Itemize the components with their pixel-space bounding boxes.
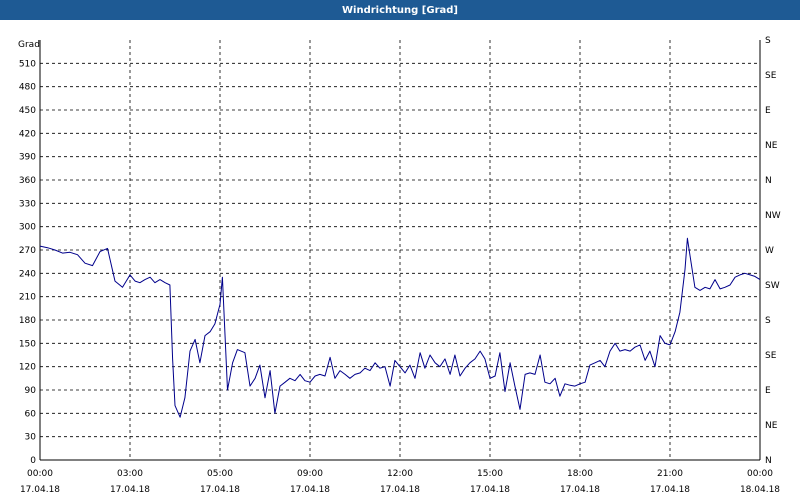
- y-tick-label: 300: [19, 223, 36, 233]
- x-tick-time-label: 21:00: [657, 469, 683, 479]
- y-tick-label: 120: [19, 363, 36, 373]
- grid: [40, 40, 760, 460]
- x-tick-date-label: 17.04.18: [110, 485, 150, 495]
- right-axis-label: W: [765, 246, 774, 256]
- right-axis-label: S: [765, 36, 771, 46]
- right-axis-label: N: [765, 456, 772, 466]
- right-axis-label: SE: [765, 71, 777, 81]
- y-tick-label: 30: [25, 433, 37, 443]
- x-tick-date-label: 18.04.18: [740, 485, 780, 495]
- x-tick-time-label: 12:00: [387, 469, 413, 479]
- x-tick-date-label: 17.04.18: [20, 485, 60, 495]
- x-tick-time-label: 05:00: [207, 469, 233, 479]
- x-tick-date-label: 17.04.18: [380, 485, 420, 495]
- right-axis-label: S: [765, 316, 771, 326]
- right-axis-label: SE: [765, 351, 777, 361]
- y-tick-label: 480: [19, 83, 36, 93]
- x-tick-time-label: 15:00: [477, 469, 503, 479]
- y-tick-label: 180: [19, 316, 36, 326]
- x-tick-date-label: 17.04.18: [200, 485, 240, 495]
- right-axis-label: E: [765, 106, 771, 116]
- chart-title: Windrichtung [Grad]: [342, 4, 458, 16]
- right-axis-label: N: [765, 176, 772, 186]
- x-tick-time-label: 03:00: [117, 469, 143, 479]
- y-axis-label: Grad: [18, 40, 40, 50]
- y-tick-label: 390: [19, 153, 36, 163]
- right-axis-label: NE: [765, 421, 778, 431]
- wind-direction-chart: Grad 0 30 60 90 120 150 180 210 240 270 300 330 360 3…: [18, 36, 781, 495]
- x-tick-date-label: 17.04.18: [560, 485, 600, 495]
- right-axis-label: NE: [765, 141, 778, 151]
- y-tick-label: 90: [25, 386, 37, 396]
- y-tick-label: 270: [19, 246, 36, 256]
- x-tick-date-label: 17.04.18: [650, 485, 690, 495]
- y-tick-label: 510: [19, 59, 36, 69]
- right-axis-label: SW: [765, 281, 780, 291]
- x-tick-date-label: 17.04.18: [470, 485, 510, 495]
- y-tick-label: 450: [19, 106, 36, 116]
- right-axis-label: E: [765, 386, 771, 396]
- y-tick-label: 360: [19, 176, 36, 186]
- x-tick-time-label: 00:00: [747, 469, 773, 479]
- y-tick-label: 150: [19, 339, 36, 349]
- x-tick-time-label: 00:00: [27, 469, 53, 479]
- y-tick-label: 60: [25, 409, 37, 419]
- x-tick-time-label: 09:00: [297, 469, 323, 479]
- x-tick-date-label: 17.04.18: [290, 485, 330, 495]
- y-tick-label: 0: [30, 456, 36, 466]
- y-tick-label: 330: [19, 199, 36, 209]
- right-axis-label: NW: [765, 211, 781, 221]
- y-tick-label: 240: [19, 269, 36, 279]
- x-tick-time-label: 18:00: [567, 469, 593, 479]
- y-tick-label: 210: [19, 293, 36, 303]
- chart-title-bar: Windrichtung [Grad]: [0, 0, 800, 20]
- y-tick-label: 420: [19, 129, 36, 139]
